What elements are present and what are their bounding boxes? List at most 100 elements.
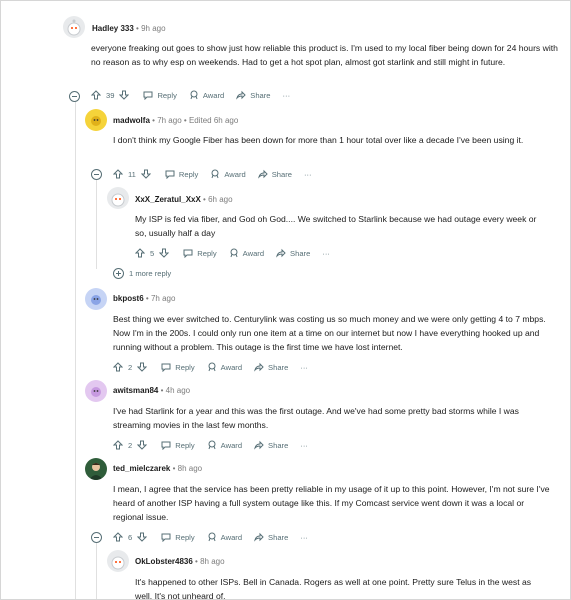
separator: • (203, 195, 206, 204)
avatar[interactable] (107, 550, 129, 572)
arrow-down-icon[interactable] (119, 90, 130, 100)
vote-group: 11 (113, 169, 151, 179)
award-button[interactable]: Award (207, 532, 242, 542)
comment-actions: 39 Reply Award Share ··· (91, 90, 302, 100)
award-button[interactable]: Award (189, 90, 224, 100)
reply-label: Reply (175, 440, 195, 450)
timestamp[interactable]: 7h ago (157, 116, 181, 125)
avatar[interactable] (63, 16, 85, 38)
vote-group: 5 (135, 248, 170, 258)
more-replies-link[interactable]: 1 more reply (113, 268, 171, 279)
separator: • (152, 116, 155, 125)
timestamp[interactable]: 8h ago (200, 557, 224, 566)
more-options-button[interactable]: ··· (283, 91, 291, 100)
comment-body: My ISP is fed via fiber, and God oh God.… (135, 214, 537, 238)
speech-bubble-icon (165, 170, 175, 179)
ellipsis-icon: ··· (300, 440, 308, 450)
arrow-up-icon[interactable] (113, 362, 123, 372)
award-label: Award (220, 532, 243, 542)
comment-actions: 2 Reply Award Share ··· (113, 440, 320, 450)
award-icon (190, 90, 198, 100)
arrow-down-icon[interactable] (159, 248, 170, 258)
award-button[interactable]: Award (207, 362, 242, 372)
share-button[interactable]: Share (236, 90, 271, 100)
collapse-thread-button[interactable] (69, 91, 80, 102)
timestamp[interactable]: 7h ago (151, 294, 175, 303)
collapse-thread-button[interactable] (91, 532, 102, 543)
share-button[interactable]: Share (254, 362, 288, 372)
collapse-thread-button[interactable] (91, 169, 102, 180)
plus-circle-icon (113, 268, 124, 279)
more-replies-label: 1 more reply (129, 269, 172, 278)
avatar[interactable] (85, 288, 107, 310)
author-name[interactable]: awitsman84 (113, 386, 158, 395)
share-arrow-icon (254, 362, 264, 372)
reply-label: Reply (175, 362, 195, 372)
comment-actions: 2 Reply Award Share ··· (113, 362, 320, 372)
timestamp[interactable]: 8h ago (178, 464, 202, 473)
timestamp[interactable]: 9h ago (141, 24, 165, 33)
timestamp[interactable]: 6h ago (208, 195, 232, 204)
more-options-button[interactable]: ··· (322, 249, 330, 258)
arrow-up-icon[interactable] (135, 248, 145, 258)
reply-label: Reply (178, 169, 199, 179)
comment-body: I've had Starlink for a year and this wa… (113, 406, 519, 430)
arrow-down-icon[interactable] (137, 532, 148, 542)
author-name[interactable]: XxX_Zeratul_XxX (135, 195, 201, 204)
share-button[interactable]: Share (276, 248, 310, 258)
arrow-down-icon[interactable] (137, 362, 148, 372)
comment-actions: 11 Reply Award Share ··· (113, 169, 324, 179)
arrow-up-icon[interactable] (113, 440, 123, 450)
ellipsis-icon: ··· (322, 248, 330, 258)
award-label: Award (224, 169, 246, 179)
share-button[interactable]: Share (257, 169, 292, 179)
share-button[interactable]: Share (254, 532, 288, 542)
author-name[interactable]: OkLobster4836 (135, 557, 193, 566)
arrow-up-icon[interactable] (91, 90, 101, 100)
reply-button[interactable]: Reply (161, 532, 195, 542)
award-button[interactable]: Award (210, 169, 246, 179)
share-button[interactable]: Share (254, 440, 288, 450)
vote-count: 2 (128, 440, 133, 450)
author-name[interactable]: madwolfa (113, 116, 150, 125)
award-icon (208, 362, 216, 372)
award-label: Award (220, 362, 243, 372)
reply-label: Reply (157, 90, 177, 100)
more-options-button[interactable]: ··· (300, 363, 308, 372)
reply-button[interactable]: Reply (183, 248, 217, 258)
share-label: Share (271, 169, 292, 179)
arrow-down-icon[interactable] (140, 169, 151, 179)
more-options-button[interactable]: ··· (304, 170, 312, 179)
arrow-up-icon[interactable] (113, 169, 123, 179)
share-label: Share (268, 362, 289, 372)
reply-button[interactable]: Reply (161, 440, 195, 450)
reply-button[interactable]: Reply (143, 90, 177, 100)
arrow-down-icon[interactable] (137, 440, 148, 450)
more-options-button[interactable]: ··· (300, 533, 308, 542)
reply-button[interactable]: Reply (161, 362, 195, 372)
avatar[interactable] (107, 187, 129, 209)
ellipsis-icon: ··· (300, 532, 308, 542)
arrow-up-icon[interactable] (113, 532, 123, 542)
comment-body: Best thing we ever switched to. Centuryl… (113, 314, 546, 352)
thread-line (75, 101, 76, 599)
author-name[interactable]: ted_mielczarek (113, 464, 170, 473)
separator: • (136, 24, 139, 33)
vote-count: 39 (106, 90, 115, 100)
share-arrow-icon (254, 532, 264, 542)
award-button[interactable]: Award (229, 248, 264, 258)
avatar[interactable] (85, 380, 107, 402)
share-arrow-icon (236, 90, 246, 100)
award-label: Award (202, 90, 225, 100)
author-name[interactable]: Hadley 333 (92, 24, 134, 33)
separator: • (160, 386, 164, 395)
comment-actions: 5 Reply Award Share ··· (135, 248, 342, 258)
avatar[interactable] (85, 458, 107, 480)
award-button[interactable]: Award (207, 440, 242, 450)
reply-button[interactable]: Reply (165, 169, 198, 179)
share-label: Share (290, 248, 311, 258)
author-name[interactable]: bkpost6 (113, 294, 144, 303)
more-options-button[interactable]: ··· (300, 441, 308, 450)
avatar[interactable] (85, 109, 107, 131)
timestamp[interactable]: 4h ago (166, 386, 190, 395)
